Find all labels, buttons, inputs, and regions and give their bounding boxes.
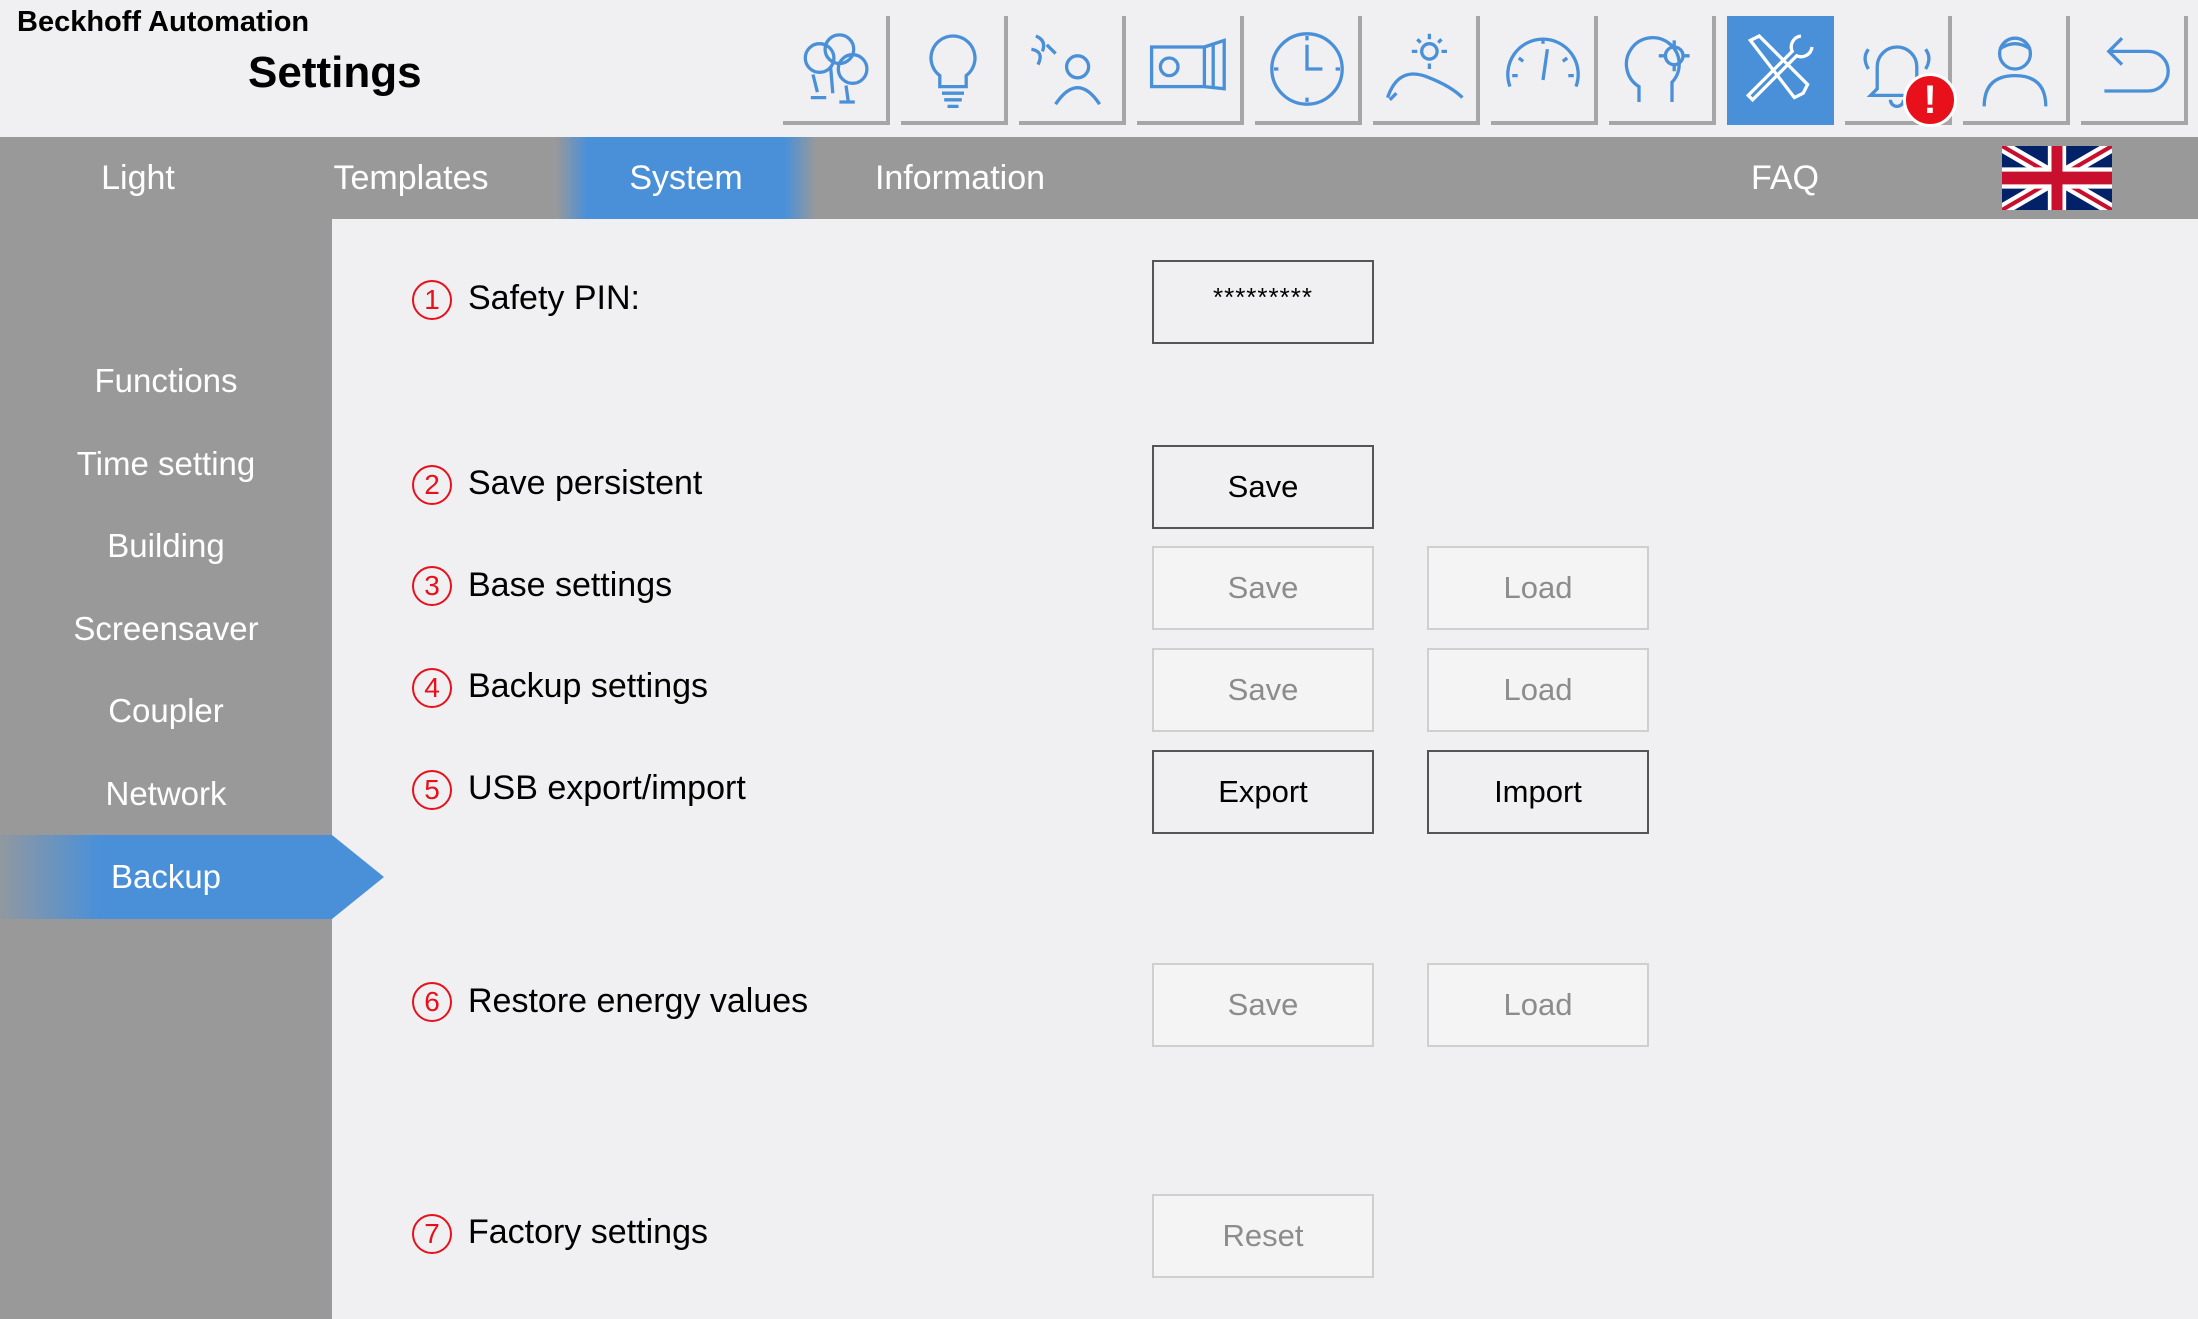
sidebar-item-backup[interactable]: Backup xyxy=(0,835,332,919)
light-groups-button[interactable] xyxy=(783,16,890,125)
safety-pin-label: Safety PIN: xyxy=(468,279,640,317)
top-navigation: Light Templates System Information FAQ xyxy=(0,137,2198,219)
daylight-button[interactable] xyxy=(1373,16,1480,125)
tab-templates[interactable]: Templates xyxy=(300,137,522,219)
tab-faq[interactable]: FAQ xyxy=(1700,137,1870,219)
page-title: Settings xyxy=(248,48,422,97)
blinds-button[interactable] xyxy=(1137,16,1244,125)
backup-settings-save-button[interactable]: Save xyxy=(1152,648,1374,732)
row-number-marker: 5 xyxy=(412,770,452,810)
time-button[interactable] xyxy=(1255,16,1362,125)
sidebar-item-building[interactable]: Building xyxy=(0,504,332,588)
window-blind-icon xyxy=(1149,37,1226,91)
uk-flag-icon[interactable] xyxy=(2002,146,2112,210)
sidebar-item-functions[interactable]: Functions xyxy=(0,339,332,423)
save-persistent-label: Save persistent xyxy=(468,464,703,502)
factory-settings-label: Factory settings xyxy=(468,1213,708,1251)
row-number-marker: 4 xyxy=(412,668,452,708)
active-indicator-arrow xyxy=(332,835,384,919)
factory-reset-button[interactable]: Reset xyxy=(1152,1194,1374,1278)
restore-energy-label: Restore energy values xyxy=(468,982,809,1020)
back-button[interactable] xyxy=(2081,16,2188,125)
user-button[interactable] xyxy=(1963,16,2070,125)
clock-icon xyxy=(1269,31,1344,106)
usb-export-import-label: USB export/import xyxy=(468,769,746,807)
header: Beckhoff Automation Settings ! xyxy=(0,0,2198,137)
user-icon xyxy=(1982,36,2047,106)
restore-energy-load-button[interactable]: Load xyxy=(1427,963,1649,1047)
row-number-marker: 1 xyxy=(412,280,452,320)
sidebar-item-network[interactable]: Network xyxy=(0,752,332,836)
tab-system[interactable]: System xyxy=(556,137,816,219)
tab-light[interactable]: Light xyxy=(40,137,236,219)
usb-import-button[interactable]: Import xyxy=(1427,750,1649,834)
row-number-marker: 6 xyxy=(412,982,452,1022)
base-settings-label: Base settings xyxy=(468,566,673,604)
lightbulb-icon xyxy=(928,33,977,108)
presence-sensor-icon xyxy=(1030,33,1101,105)
daylight-icon xyxy=(1385,33,1464,101)
base-settings-save-button[interactable]: Save xyxy=(1152,546,1374,630)
backup-settings-load-button[interactable]: Load xyxy=(1427,648,1649,732)
sidebar-item-coupler[interactable]: Coupler xyxy=(0,669,332,753)
light-groups-icon xyxy=(803,32,869,104)
energy-button[interactable] xyxy=(1491,16,1598,125)
sidebar-item-screensaver[interactable]: Screensaver xyxy=(0,587,332,671)
base-settings-load-button[interactable]: Load xyxy=(1427,546,1649,630)
automation-button[interactable] xyxy=(1609,16,1716,125)
company-name: Beckhoff Automation xyxy=(17,6,310,38)
gauge-icon xyxy=(1505,37,1580,87)
sidebar: Functions Time setting Building Screensa… xyxy=(0,219,332,1319)
head-gear-icon xyxy=(1624,35,1690,102)
presence-button[interactable] xyxy=(1019,16,1126,125)
settings-tools-button[interactable] xyxy=(1727,16,1834,125)
tab-information[interactable]: Information xyxy=(840,137,1080,219)
sidebar-item-time-setting[interactable]: Time setting xyxy=(0,422,332,506)
single-light-button[interactable] xyxy=(901,16,1008,125)
save-persistent-button[interactable]: Save xyxy=(1152,445,1374,529)
restore-energy-save-button[interactable]: Save xyxy=(1152,963,1374,1047)
alarm-badge: ! xyxy=(1903,73,1957,127)
row-number-marker: 3 xyxy=(412,566,452,606)
safety-pin-field[interactable]: ********* xyxy=(1152,260,1374,344)
backup-settings-label: Backup settings xyxy=(468,667,709,705)
back-arrow-icon xyxy=(2103,36,2170,93)
row-number-marker: 7 xyxy=(412,1214,452,1254)
row-number-marker: 2 xyxy=(412,465,452,505)
usb-export-button[interactable]: Export xyxy=(1152,750,1374,834)
tools-icon xyxy=(1745,33,1814,102)
